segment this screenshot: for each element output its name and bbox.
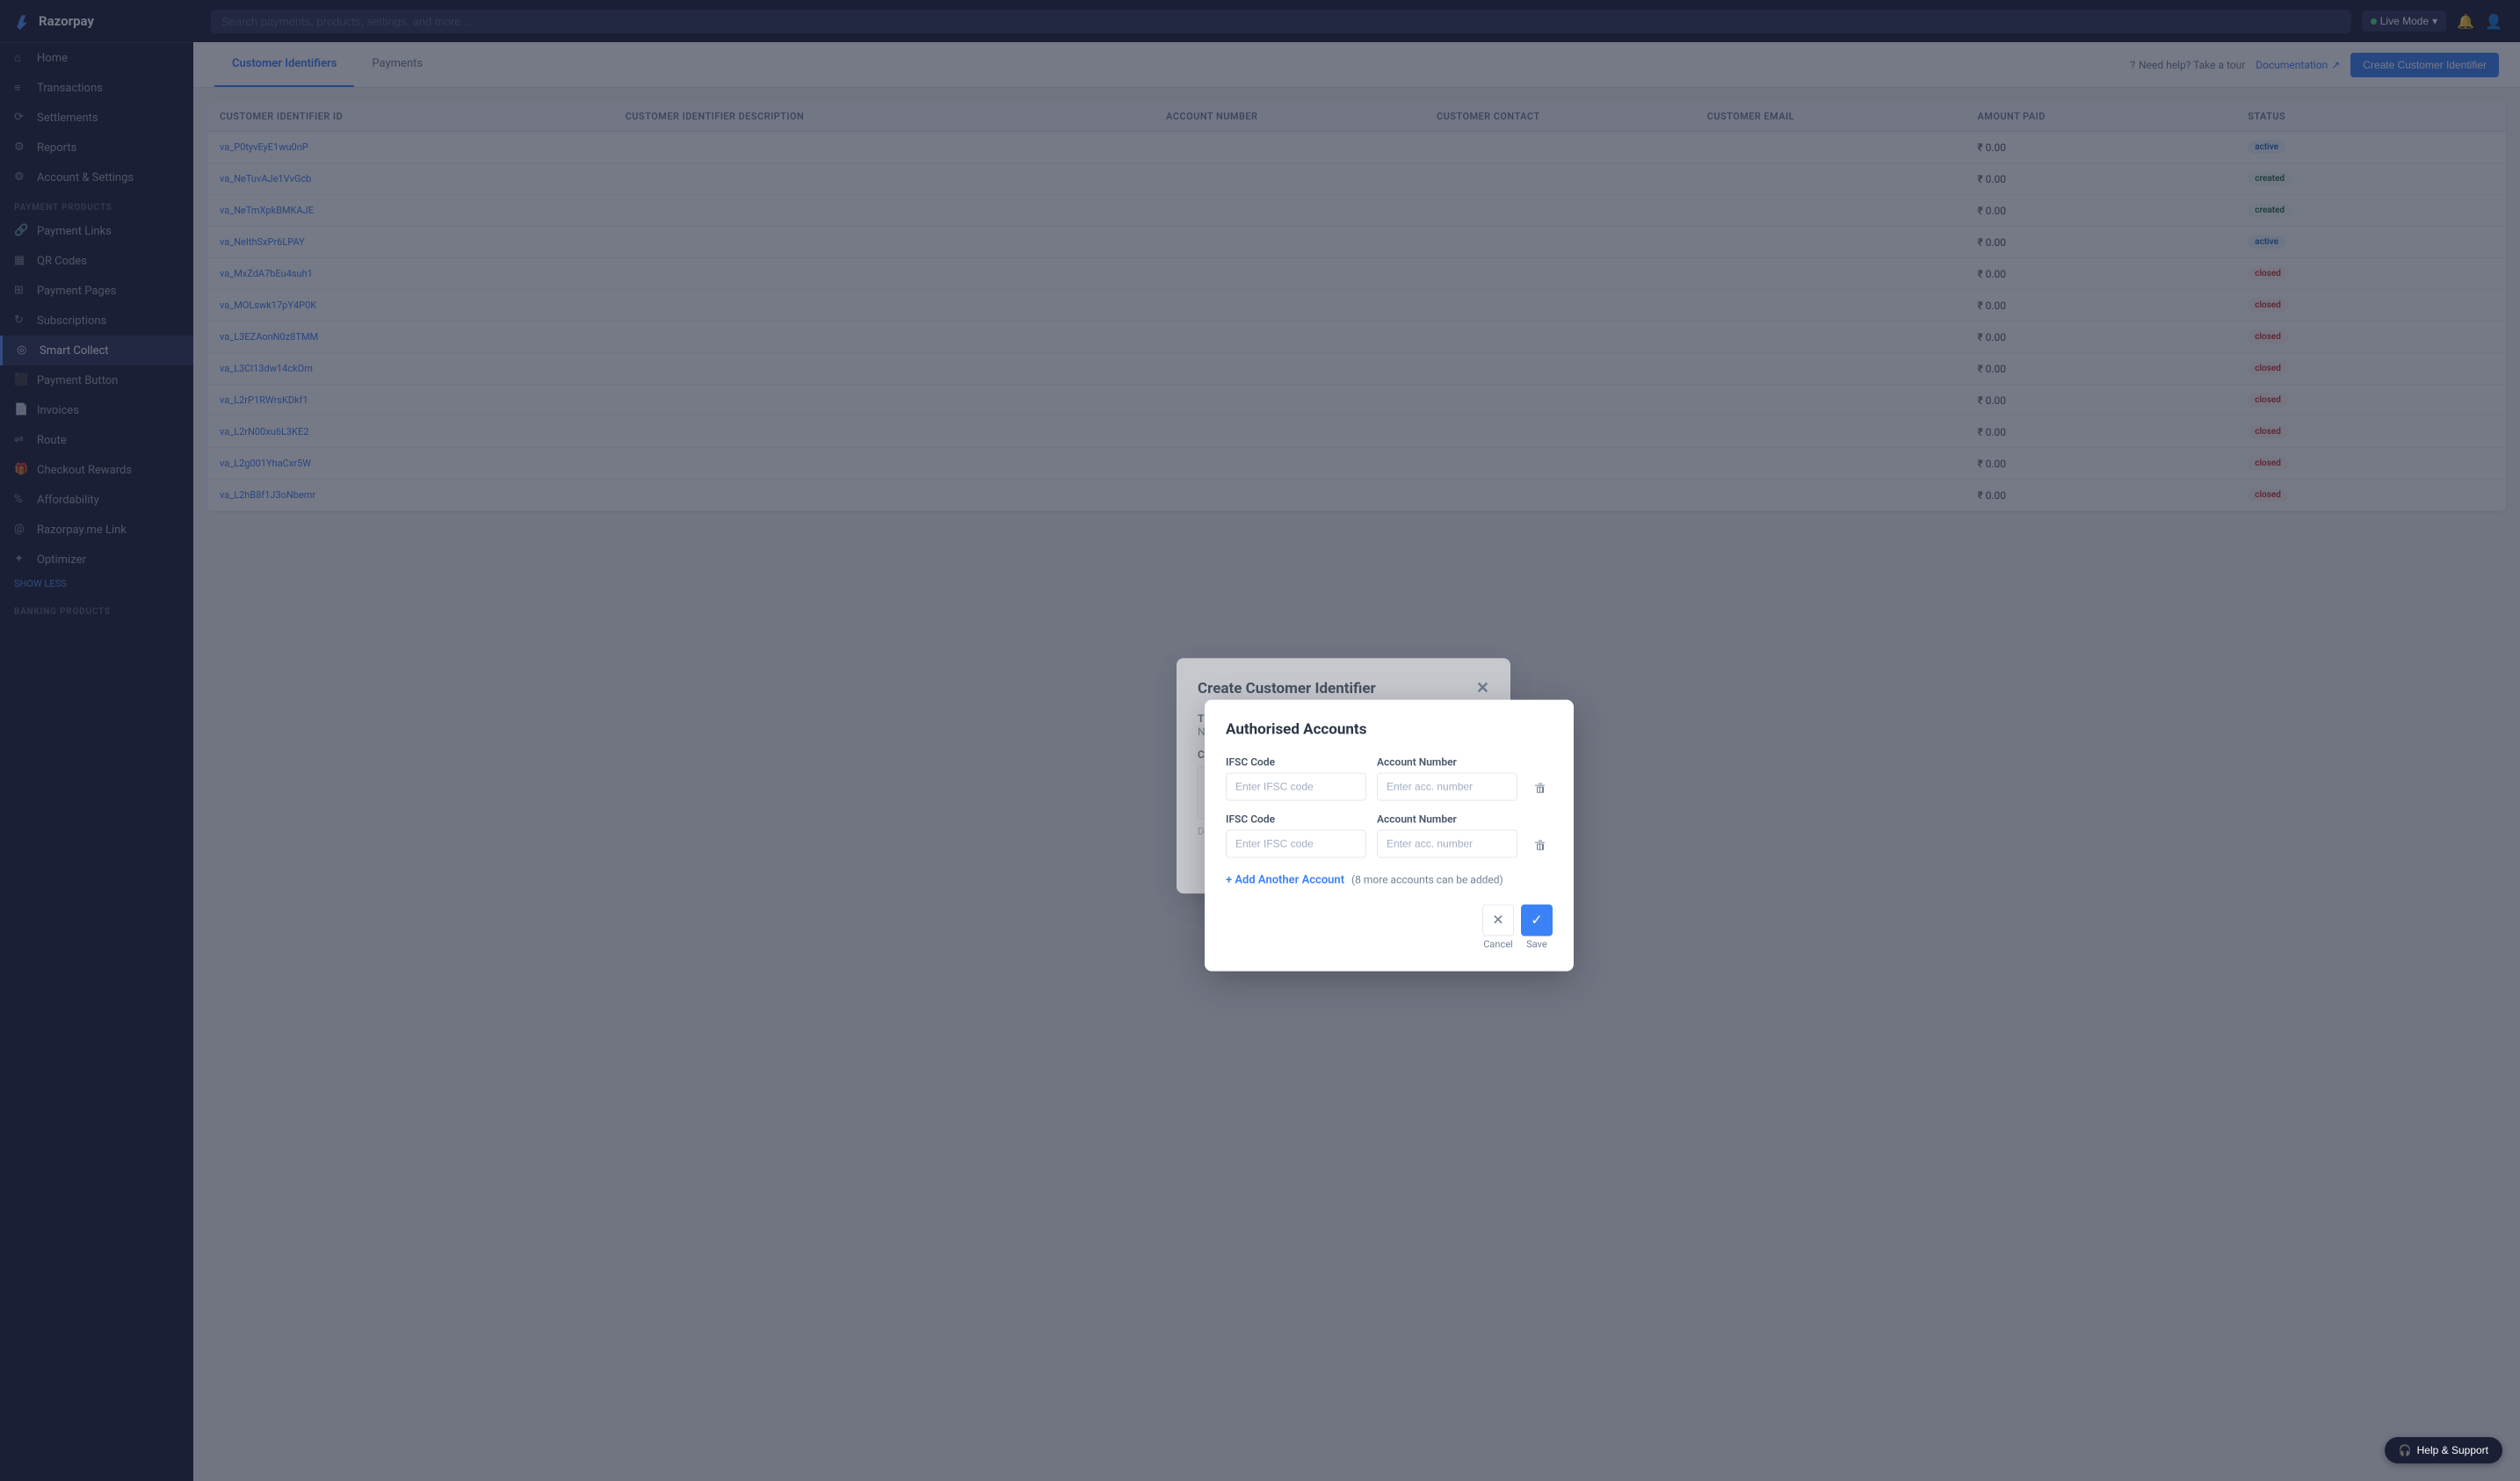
trash-icon [1533,782,1547,796]
account-input-1[interactable] [1377,773,1517,801]
delete-row-2-button[interactable] [1528,834,1553,858]
authorised-accounts-modal: Authorised Accounts IFSC Code Account Nu… [1205,700,1574,972]
ifsc-field-2: IFSC Code [1226,813,1366,858]
modal-behind-title-row: Create Customer Identifier ✕ [1198,679,1489,697]
add-account-row: + Add Another Account (8 more accounts c… [1226,871,1553,887]
account-label-2: Account Number [1377,813,1517,826]
ifsc-input-2[interactable] [1226,830,1366,858]
account-field-1: Account Number [1377,756,1517,801]
modal-front-footer: ✕ Cancel ✓ Save [1226,905,1553,950]
close-behind-icon[interactable]: ✕ [1476,679,1489,697]
account-row-1: IFSC Code Account Number [1226,756,1553,801]
account-row-2: IFSC Code Account Number [1226,813,1553,858]
delete-row-1-button[interactable] [1528,777,1553,801]
headset-icon: 🎧 [2399,1444,2412,1456]
account-input-2[interactable] [1377,830,1517,858]
cancel-col: ✕ Cancel [1482,905,1514,950]
modal-save-button[interactable]: ✓ [1521,905,1553,936]
save-label: Save [1526,939,1547,950]
account-field-2: Account Number [1377,813,1517,858]
help-support-label: Help & Support [2417,1444,2488,1456]
modal-overlay: Create Customer Identifier ✕ Third Party… [0,0,2520,1481]
cancel-label: Cancel [1483,939,1512,950]
modal-behind-title-text: Create Customer Identifier [1198,680,1376,697]
ifsc-label-1: IFSC Code [1226,756,1366,769]
help-support-button[interactable]: 🎧 Help & Support [2385,1437,2502,1463]
ifsc-input-1[interactable] [1226,773,1366,801]
authorised-accounts-title: Authorised Accounts [1226,721,1553,739]
trash-icon-2 [1533,839,1547,853]
account-label-1: Account Number [1377,756,1517,769]
save-col: ✓ Save [1521,905,1553,950]
modal-cancel-button[interactable]: ✕ [1482,905,1514,936]
ifsc-label-2: IFSC Code [1226,813,1366,826]
add-another-account-link[interactable]: + Add Another Account [1226,874,1344,887]
ifsc-field-1: IFSC Code [1226,756,1366,801]
add-more-hint: (8 more accounts can be added) [1351,874,1503,886]
